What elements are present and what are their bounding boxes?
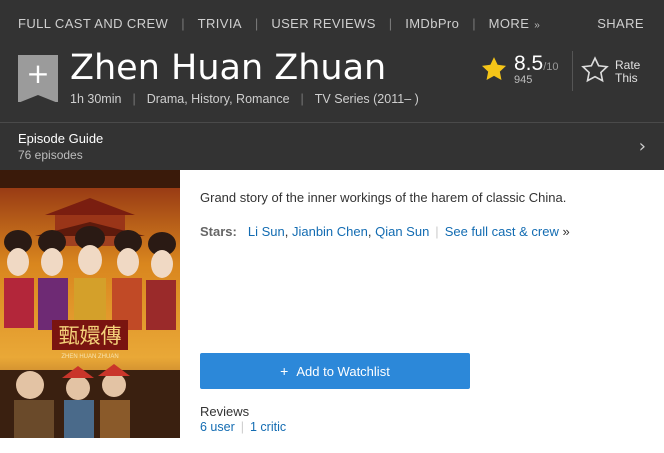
separator: | xyxy=(240,420,244,434)
nav-more[interactable]: MORE » xyxy=(489,16,541,31)
rating-votes[interactable]: 945 xyxy=(514,74,532,86)
poster-image[interactable]: 甄嬛傳 ZHEN HUAN ZHUAN xyxy=(0,170,180,438)
star-link-qian-sun[interactable]: Qian Sun xyxy=(375,224,429,239)
rating-out-of: /10 xyxy=(543,61,559,73)
poster-art: 甄嬛傳 ZHEN HUAN ZHUAN xyxy=(0,170,180,438)
reviews-links: 6 user | 1 critic xyxy=(200,420,286,434)
star-link-li-sun[interactable]: Li Sun xyxy=(248,224,285,239)
comma: , xyxy=(367,224,376,239)
episode-guide-bar[interactable]: Episode Guide 76 episodes › xyxy=(0,122,664,171)
watchlist-ribbon-button[interactable]: + xyxy=(18,55,58,103)
rating-value: 8.5 xyxy=(514,52,544,75)
rate-line-2: This xyxy=(615,71,638,85)
episode-guide-title: Episode Guide xyxy=(18,131,104,146)
series-type[interactable]: TV Series (2011– ) xyxy=(315,92,419,106)
nav-separator: | xyxy=(472,15,476,31)
rate-this-label: Rate This xyxy=(615,59,640,85)
chevron-right-icon: › xyxy=(638,136,646,157)
add-to-watchlist-button[interactable]: + Add to Watchlist xyxy=(200,353,470,389)
reviews-heading: Reviews xyxy=(200,404,250,419)
nav-separator: | xyxy=(388,15,393,31)
nav-user-reviews[interactable]: USER REVIEWS xyxy=(271,16,375,31)
full-cast-link[interactable]: See full cast & crew xyxy=(445,224,559,239)
page-title: Zhen Huan Zhuan xyxy=(70,48,387,88)
plus-icon: + xyxy=(26,57,50,90)
critic-reviews-link[interactable]: 1 critic xyxy=(250,420,286,434)
add-to-watchlist-label: Add to Watchlist xyxy=(296,363,390,379)
nav-separator: | xyxy=(254,15,259,31)
full-cast-arrow: » xyxy=(562,224,570,239)
rating-score: 8.5/10 xyxy=(514,52,559,76)
subtext-separator: | xyxy=(300,92,304,106)
share-button[interactable]: SHARE xyxy=(597,16,644,31)
genres[interactable]: Drama, History, Romance xyxy=(147,92,290,106)
plot-summary: Grand story of the inner workings of the… xyxy=(200,190,567,205)
nav-imdbpro[interactable]: IMDbPro xyxy=(405,16,459,31)
rate-this-button[interactable]: Rate This xyxy=(580,55,650,87)
nav-more-label: MORE xyxy=(488,15,530,31)
chevron-down-icon: » xyxy=(534,19,541,31)
title-subtext: 1h 30min | Drama, History, Romance | TV … xyxy=(70,92,419,106)
rating-divider xyxy=(572,51,573,91)
rate-line-1: Rate xyxy=(615,58,641,72)
runtime: 1h 30min xyxy=(70,92,122,106)
user-reviews-link[interactable]: 6 user xyxy=(200,420,235,434)
top-nav: FULL CAST AND CREW | TRIVIA | USER REVIE… xyxy=(18,14,644,32)
stars-line: Stars: Li Sun, Jianbin Chen, Qian Sun | See… xyxy=(200,224,570,239)
nav-full-cast[interactable]: FULL CAST AND CREW xyxy=(18,16,168,31)
stars-label: Stars: xyxy=(200,224,237,239)
plus-icon: + xyxy=(280,363,289,379)
poster-title-text: 甄嬛傳 xyxy=(59,324,122,348)
subtext-separator: | xyxy=(132,92,136,106)
star-outline-icon xyxy=(581,56,609,83)
star-link-jianbin-chen[interactable]: Jianbin Chen xyxy=(292,224,368,239)
nav-separator: | xyxy=(181,15,185,31)
comma: , xyxy=(284,224,292,239)
star-icon xyxy=(481,57,507,80)
poster-subtitle-text: ZHEN HUAN ZHUAN xyxy=(61,354,118,360)
nav-trivia[interactable]: TRIVIA xyxy=(198,16,242,31)
title-header: FULL CAST AND CREW | TRIVIA | USER REVIE… xyxy=(0,0,664,170)
separator: | xyxy=(435,224,439,239)
episode-count: 76 episodes xyxy=(18,148,83,162)
